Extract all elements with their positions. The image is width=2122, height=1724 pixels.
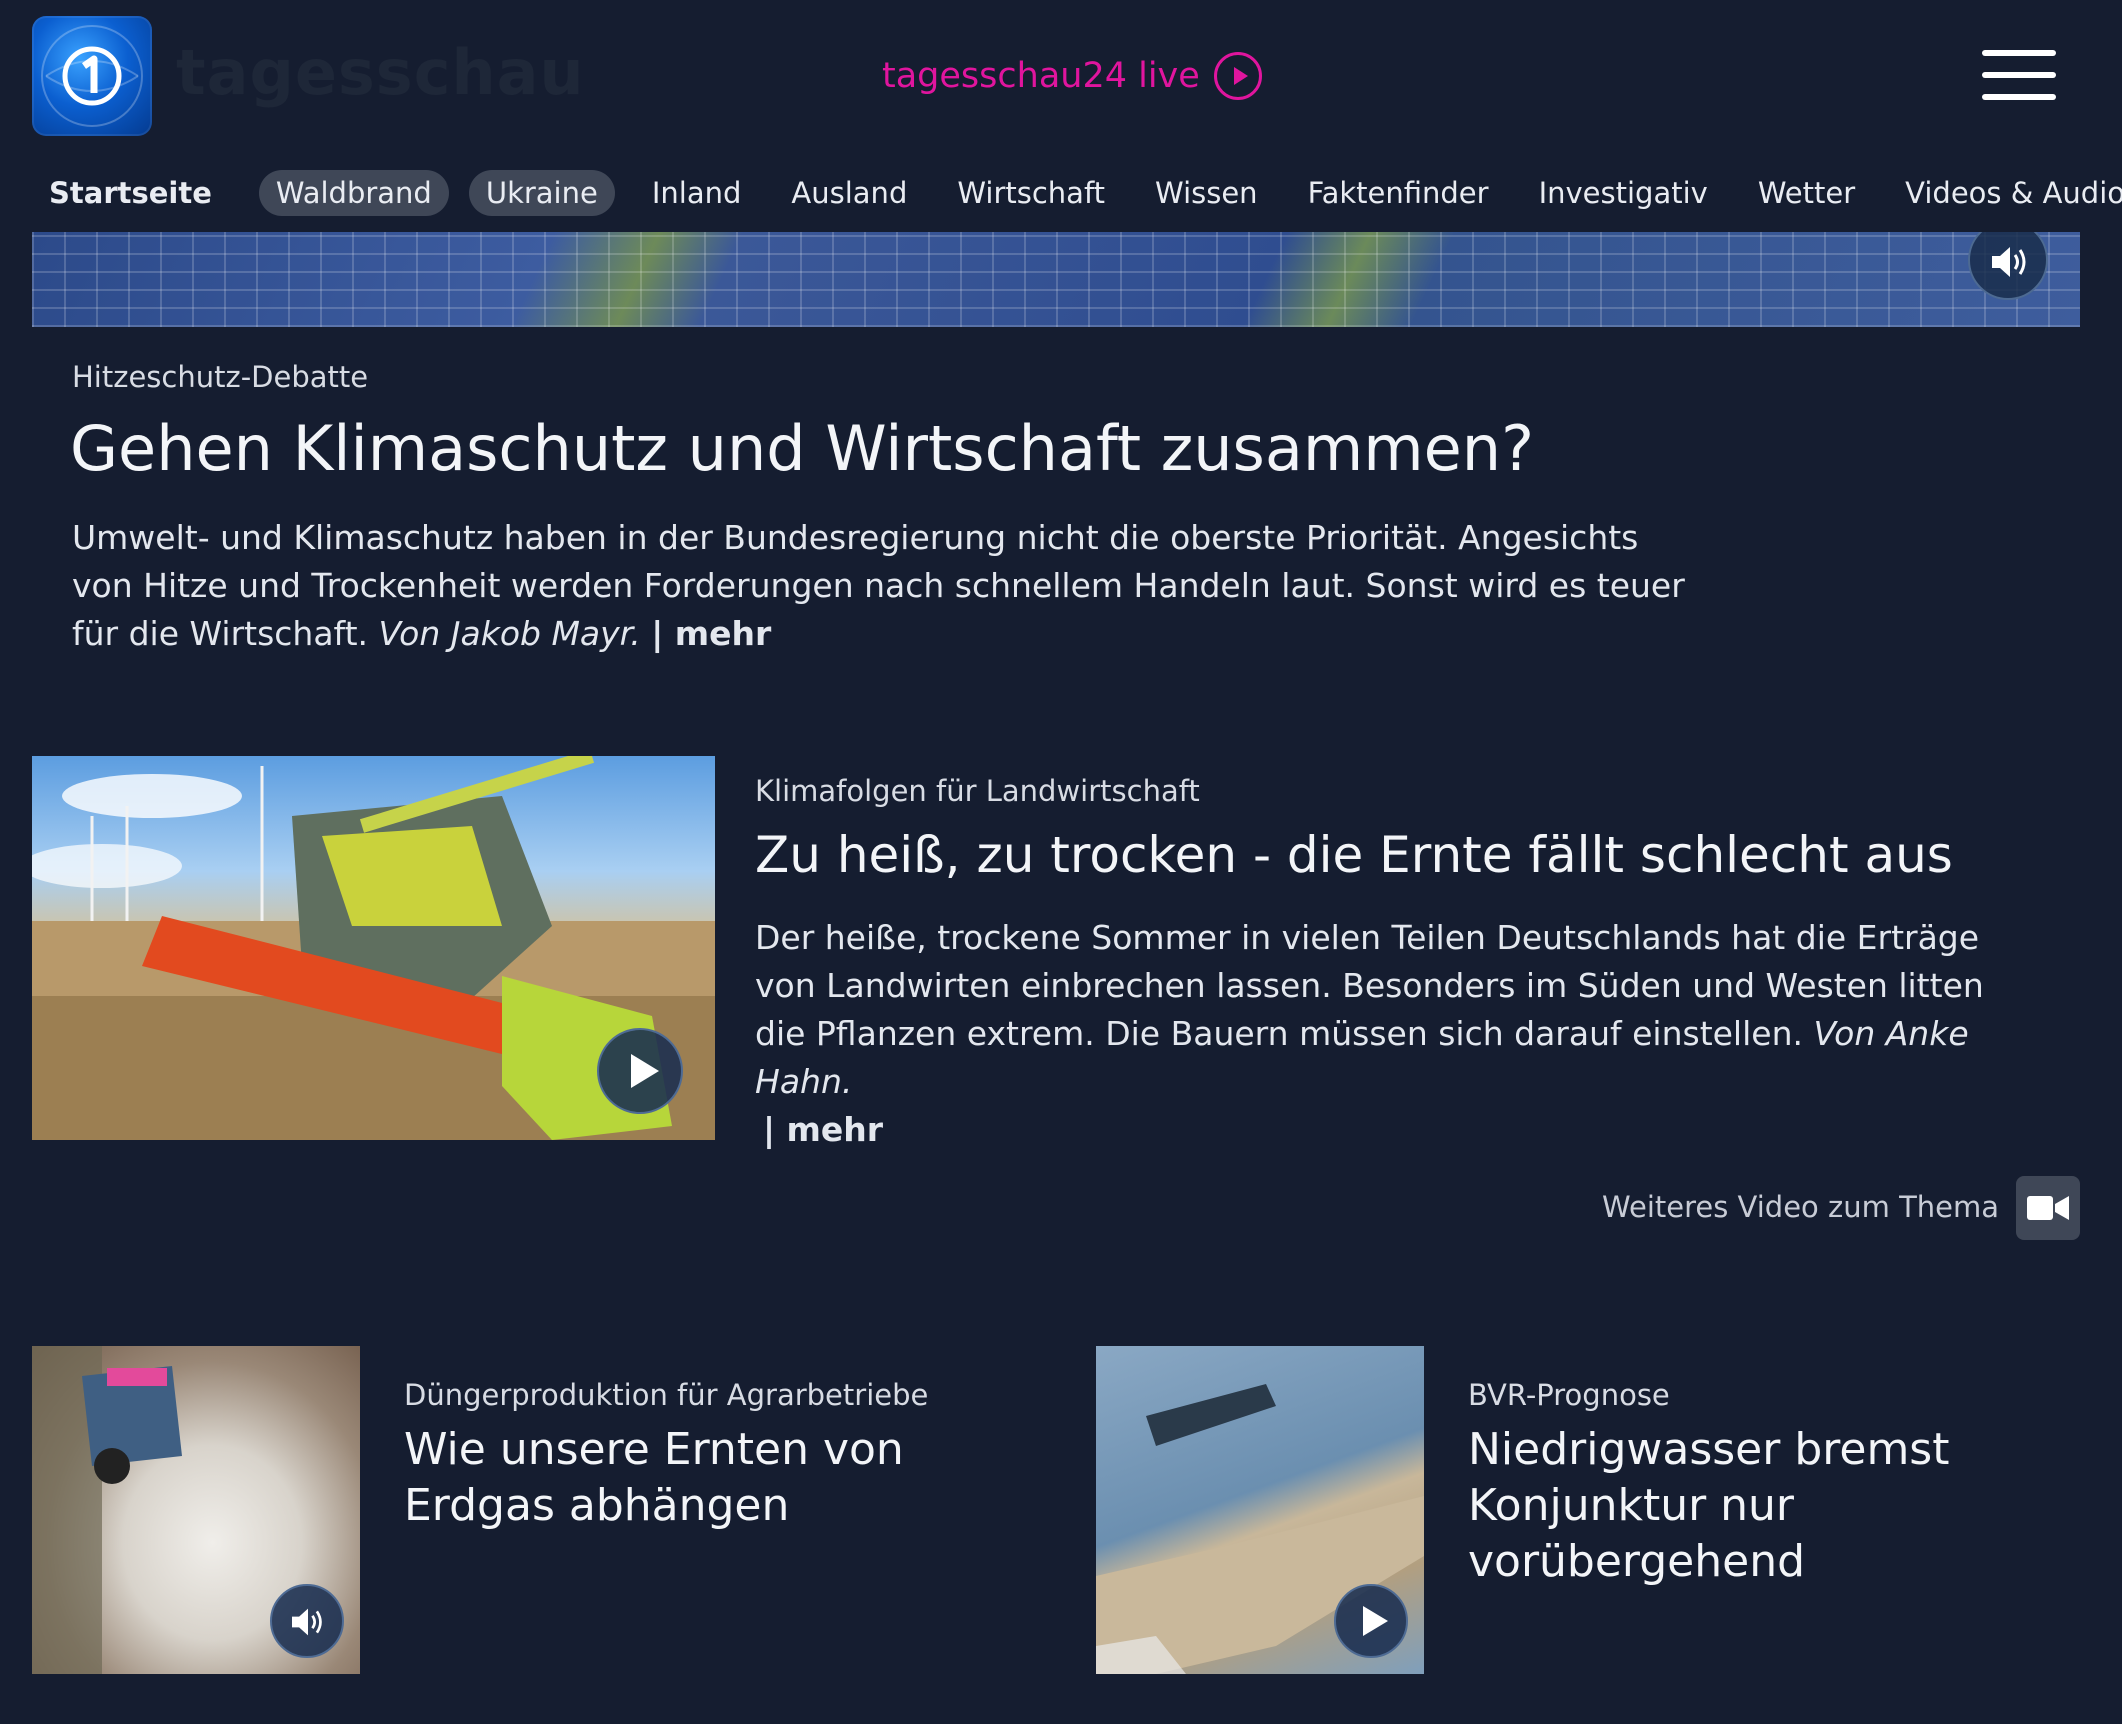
hero-teaser: Umwelt- und Klimaschutz haben in der Bun… [72, 514, 1692, 658]
nav-item-ausland[interactable]: Ausland [774, 170, 924, 216]
article3-headline[interactable]: Wie unsere Ernten von Erdgas abhängen [404, 1422, 964, 1534]
brand-wordmark[interactable]: tagesschau [176, 36, 585, 109]
nav-item-faktenfinder[interactable]: Faktenfinder [1291, 170, 1506, 216]
nav-item-inland[interactable]: Inland [635, 170, 759, 216]
article3-kicker: Düngerproduktion für Agrarbetriebe [404, 1378, 929, 1412]
play-circle-icon [1213, 52, 1262, 100]
nav-item-wetter[interactable]: Wetter [1741, 170, 1872, 216]
live-label: tagesschau24 live [882, 56, 1200, 96]
nav-item-ukraine[interactable]: Ukraine [468, 170, 615, 216]
speaker-icon [1992, 247, 2026, 277]
hero-solar-panels-image[interactable] [32, 232, 2080, 327]
article4-kicker: BVR-Prognose [1468, 1378, 1670, 1412]
speaker-icon [292, 1608, 322, 1636]
nav-item-startseite[interactable]: Startseite [32, 170, 229, 216]
river-barge-image[interactable] [1096, 1346, 1424, 1674]
nav-item-videos-audios[interactable]: Videos & Audios [1888, 170, 2122, 216]
nav-item-wirtschaft[interactable]: Wirtschaft [940, 170, 1122, 216]
nav-item-wissen[interactable]: Wissen [1138, 170, 1275, 216]
combine-harvester-image[interactable] [32, 756, 715, 1140]
audio-play-button[interactable] [270, 1584, 344, 1658]
nav-item-waldbrand[interactable]: Waldbrand [258, 170, 449, 216]
article2-kicker: Klimafolgen für Landwirtschaft [755, 774, 1200, 808]
tractor-dust-image[interactable] [32, 1346, 360, 1674]
article2-headline[interactable]: Zu heiß, zu trocken - die Ernte fällt sc… [755, 826, 1953, 884]
main-navigation: Startseite Waldbrand Ukraine Inland Ausl… [32, 168, 2122, 218]
article2-teaser-text: Der heiße, trockene Sommer in vielen Tei… [755, 918, 1984, 1053]
audio-play-button[interactable] [1968, 232, 2048, 300]
ard-logo-icon[interactable] [32, 16, 152, 136]
video-camera-icon[interactable] [2016, 1176, 2080, 1240]
article2-more-link[interactable]: | mehr [755, 1110, 883, 1149]
hero-kicker: Hitzeschutz-Debatte [72, 360, 369, 394]
video-play-button[interactable] [597, 1028, 683, 1114]
hero-teaser-text: Umwelt- und Klimaschutz haben in der Bun… [72, 518, 1685, 653]
nav-item-investigativ[interactable]: Investigativ [1522, 170, 1725, 216]
article4-headline[interactable]: Niedrigwasser bremst Konjunktur nur vorü… [1468, 1422, 2028, 1590]
live-stream-link[interactable]: tagesschau24 live [882, 48, 1262, 104]
hamburger-menu-icon[interactable] [1982, 50, 2056, 102]
hero-headline[interactable]: Gehen Klimaschutz und Wirtschaft zusamme… [70, 412, 1534, 485]
page: tagesschau tagesschau24 live Startseite … [0, 0, 2122, 1724]
more-video-link[interactable]: Weiteres Video zum Thema [1602, 1190, 1999, 1224]
video-play-button[interactable] [1334, 1584, 1408, 1658]
article2-teaser: Der heiße, trockene Sommer in vielen Tei… [755, 914, 2015, 1154]
hero-author: Von Jakob Mayr. [378, 614, 641, 653]
hero-more-link[interactable]: | mehr [651, 614, 771, 653]
